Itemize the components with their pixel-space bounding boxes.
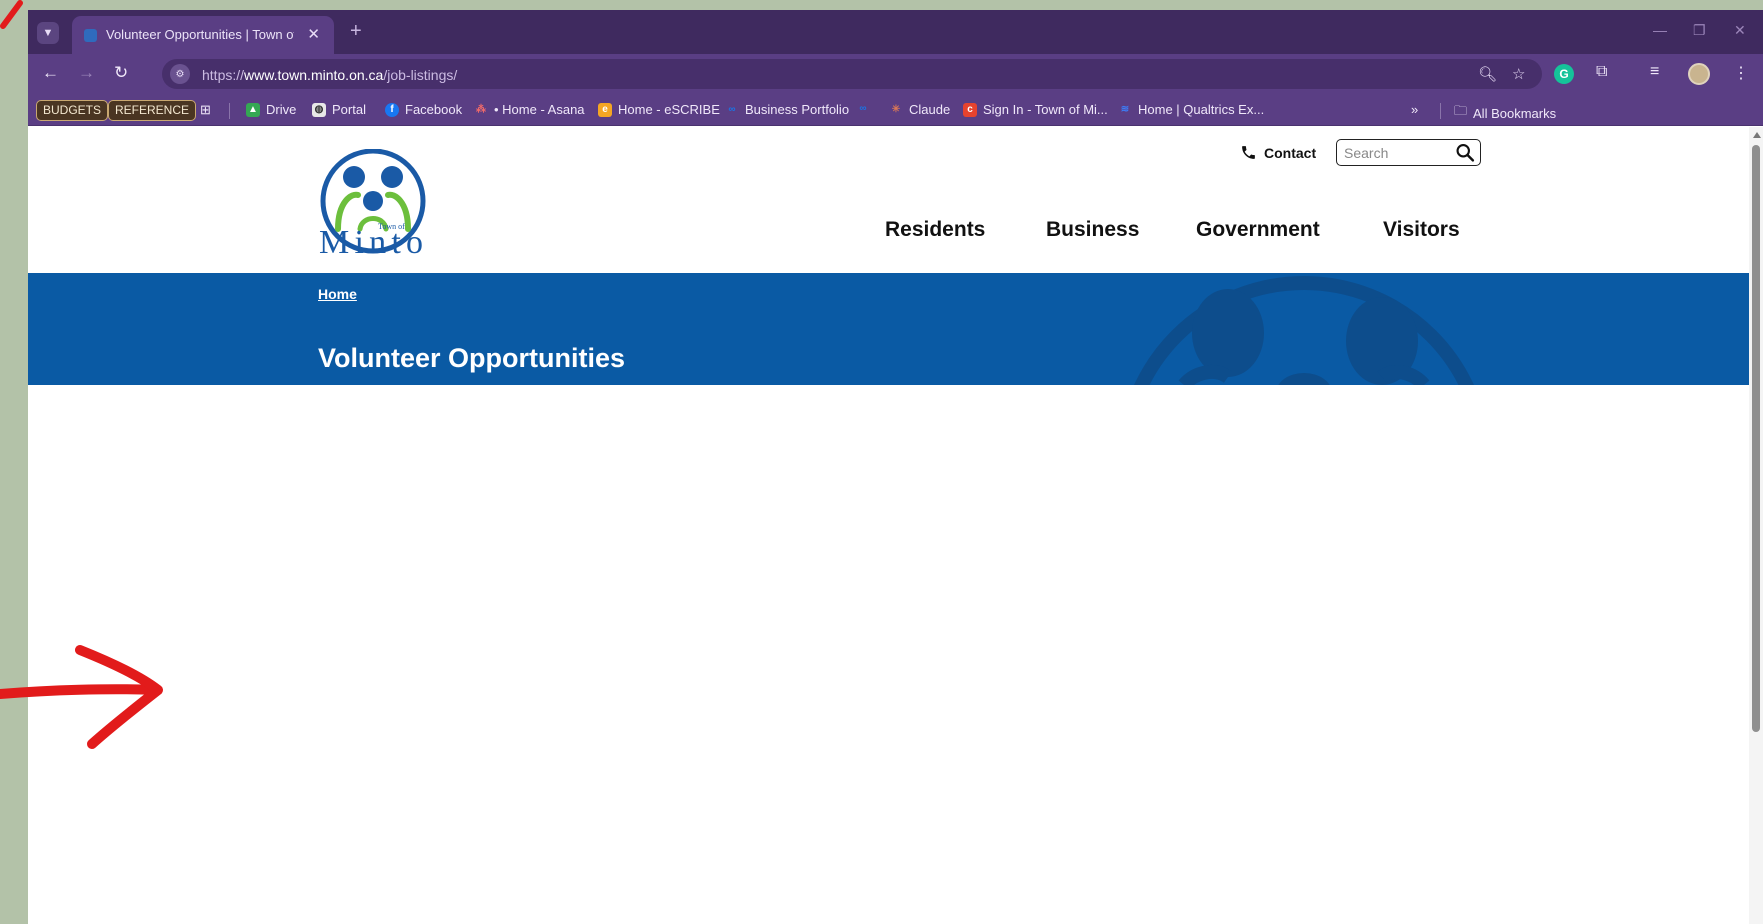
restore-icon[interactable]: ❐ (1693, 22, 1706, 39)
page-title: Volunteer Opportunities (318, 343, 626, 373)
active-tab[interactable]: Volunteer Opportunities | Town of Minto … (72, 16, 334, 54)
zoom-icon[interactable]: 🔍︎ (1478, 65, 1497, 83)
bookmark-label: Drive (266, 102, 297, 117)
profile-avatar[interactable] (1688, 63, 1710, 85)
asana-icon: ⁂ (476, 103, 486, 115)
bookmark-label: Sign In - Town of Mi... (983, 102, 1108, 117)
minimize-icon[interactable]: — (1653, 22, 1667, 38)
search-input[interactable] (1337, 140, 1447, 165)
web-page: Town of Minto Contact Residents Business… (28, 127, 1763, 924)
page-header-banner: Home Volunteer Opportunities (28, 273, 1763, 385)
url-text: https://www.town.minto.on.ca/job-listing… (202, 67, 457, 83)
annotation-arrow (0, 645, 163, 749)
logo-figure-head (381, 166, 403, 188)
bookmark-label: Home - eSCRIBE (618, 102, 720, 117)
bookmark-meta[interactable]: ∞ (856, 102, 870, 116)
bookmark-label: Home | Qualtrics Ex... (1138, 102, 1265, 117)
nav-government[interactable]: Government (1196, 218, 1320, 242)
page-scrollbar[interactable] (1749, 127, 1763, 924)
escribe-icon: e (598, 102, 612, 117)
bookmark-folder-budgets[interactable]: BUDGETS (36, 100, 109, 121)
bookmark-label: Portal (332, 102, 366, 117)
logo-figure-head (343, 166, 365, 188)
extensions-puzzle-icon[interactable]: ⧉ (1596, 63, 1607, 81)
bookmark-sign-in[interactable]: c Sign In - Town of Mi... (963, 102, 1108, 117)
folder-icon: 🗀 (1454, 103, 1468, 118)
facebook-icon: f (385, 102, 399, 117)
chevron-down-icon: ▼ (42, 27, 54, 39)
all-bookmarks-button[interactable]: 🗀 All Bookmarks (1454, 102, 1556, 124)
meta-icon: ∞ (728, 103, 736, 115)
url-host: www.town.minto.on.ca (244, 67, 384, 83)
bookmark-escribe[interactable]: e Home - eSCRIBE (598, 102, 720, 117)
browser-window: ▼ Volunteer Opportunities | Town of Mint… (28, 10, 1763, 924)
url-scheme: https:// (202, 67, 245, 83)
nav-visitors[interactable]: Visitors (1383, 218, 1460, 242)
reload-icon[interactable]: ↻ (114, 63, 128, 83)
bookmarks-overflow-button[interactable]: » (1411, 102, 1418, 117)
drive-icon: ▲ (246, 102, 260, 117)
bookmark-label: Business Portfolio (745, 102, 850, 117)
reading-list-icon[interactable]: ≡ (1650, 63, 1659, 81)
new-tab-button[interactable]: + (350, 21, 362, 41)
bookmark-label: Facebook (405, 102, 463, 117)
site-favicon-icon (84, 29, 97, 42)
bookmark-separator (1440, 103, 1441, 119)
forward-arrow-icon[interactable]: → (78, 63, 95, 83)
town-of-minto-logo[interactable]: Town of Minto (318, 149, 428, 259)
address-bar[interactable]: ⚙ https://www.town.minto.on.ca/job-listi… (162, 59, 1542, 89)
bookmark-qualtrics[interactable]: ≋ Home | Qualtrics Ex... (1118, 102, 1264, 117)
bookmark-portal[interactable]: ◍ Portal (312, 102, 366, 117)
tab-strip: ▼ Volunteer Opportunities | Town of Mint… (28, 10, 1763, 54)
back-arrow-icon[interactable]: ← (42, 63, 59, 83)
logo-minto-text: Minto (319, 224, 423, 259)
bookmark-label: All Bookmarks (1473, 105, 1557, 121)
qualtrics-icon: ≋ (1120, 103, 1130, 115)
scrollbar-thumb[interactable] (1752, 145, 1760, 732)
globe-icon: ◍ (312, 102, 326, 117)
bookmark-separator (229, 103, 230, 119)
nav-business[interactable]: Business (1046, 218, 1139, 242)
bookmark-asana[interactable]: ⁂ • Home - Asana (474, 102, 585, 117)
contact-label: Contact (1264, 144, 1317, 161)
bookmark-label: Claude (909, 102, 951, 117)
meta-icon: ∞ (859, 103, 867, 114)
bookmark-facebook[interactable]: f Facebook (385, 102, 462, 117)
bookmark-folder-reference[interactable]: REFERENCE (108, 100, 197, 121)
claude-icon: ✳ (891, 103, 901, 115)
search-icon[interactable] (1454, 142, 1476, 163)
site-settings-icon[interactable]: ⚙ (170, 64, 190, 84)
town-site-icon: c (963, 102, 977, 117)
banner-watermark-logo (1134, 276, 1474, 385)
bookmark-label: • Home - Asana (494, 102, 585, 117)
contact-link[interactable]: Contact (1240, 144, 1316, 161)
menu-kebab-icon[interactable]: ⋮ (1733, 63, 1749, 83)
apps-grid-icon[interactable]: ⊞ (200, 102, 211, 118)
bookmarks-bar: BUDGETS REFERENCE ⊞ ▲ Drive ◍ Portal f Face… (28, 94, 1763, 126)
bookmark-business-portfolio[interactable]: ∞ Business Portfolio (725, 102, 849, 117)
annotation-mark-top (0, 0, 23, 29)
tab-title: Volunteer Opportunities | Town of Minto (106, 27, 294, 42)
grammarly-icon[interactable]: G (1554, 64, 1574, 84)
bookmark-star-icon[interactable]: ☆ (1512, 65, 1525, 83)
bookmark-drive[interactable]: ▲ Drive (246, 102, 296, 117)
nav-residents[interactable]: Residents (885, 218, 985, 242)
logo-figure-head (363, 191, 383, 211)
bookmark-claude[interactable]: ✳ Claude (889, 102, 950, 117)
breadcrumb-home-link[interactable]: Home (318, 286, 357, 302)
search-form (1336, 139, 1481, 166)
window-close-icon[interactable]: ✕ (1734, 22, 1746, 39)
url-path: /job-listings/ (383, 67, 458, 83)
phone-icon (1242, 146, 1255, 159)
close-icon[interactable]: ✕ (307, 25, 320, 43)
toolbar: ← → ↻ ⚙ https://www.town.minto.on.ca/job… (28, 54, 1763, 94)
tab-search-button[interactable]: ▼ (37, 22, 59, 44)
scroll-up-arrow-icon[interactable] (1753, 132, 1761, 138)
